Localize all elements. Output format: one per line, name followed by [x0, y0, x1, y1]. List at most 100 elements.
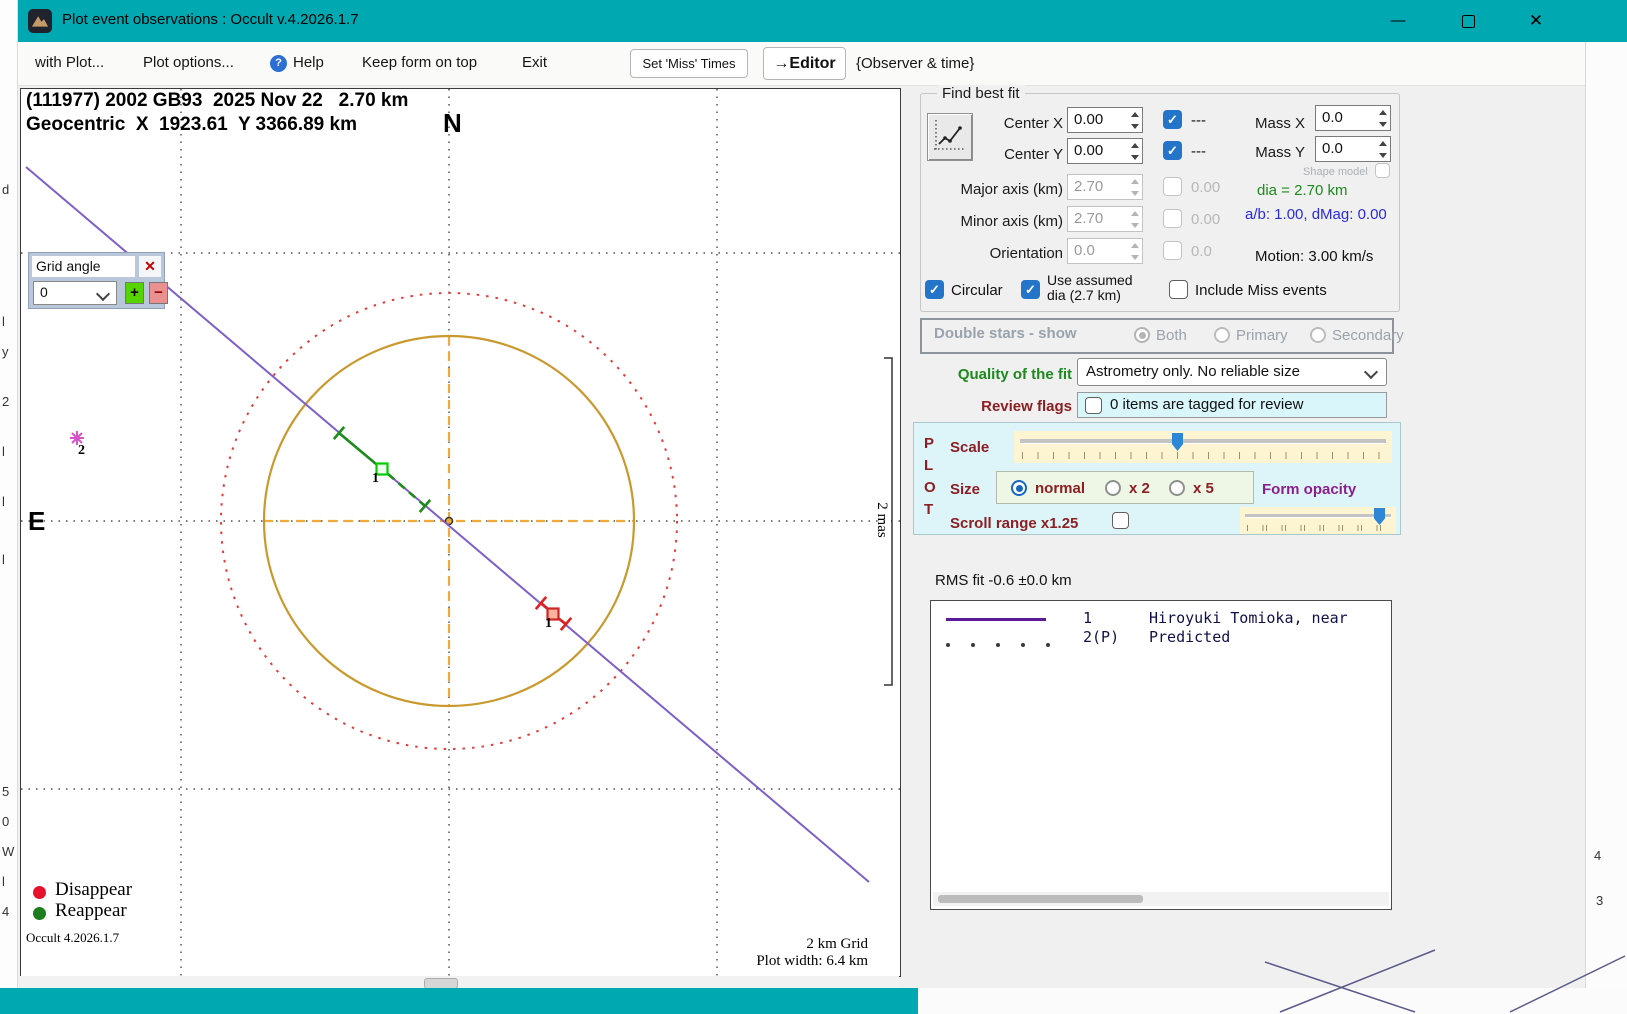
- screen: d l y 2 l l l 5 0 W l 4 Plot event obser…: [0, 0, 1627, 1014]
- size-x5-radio[interactable]: [1169, 480, 1185, 496]
- opacity-slider-track[interactable]: [1245, 514, 1391, 518]
- titlebar[interactable]: Plot event observations : Occult v.4.202…: [18, 0, 1627, 42]
- background-titlebar-strip: [0, 988, 918, 1014]
- orientation-spinner[interactable]: 0.0: [1067, 238, 1143, 264]
- center-y-value: 0.00: [1074, 142, 1104, 159]
- minimize-button[interactable]: —: [1378, 8, 1418, 34]
- review-flags-text: 0 items are tagged for review: [1110, 396, 1304, 413]
- size-normal-radio[interactable]: [1011, 480, 1027, 496]
- include-miss-checkbox[interactable]: [1169, 280, 1188, 299]
- mass-y-spin-buttons[interactable]: [1375, 137, 1390, 161]
- center-x-checkbox[interactable]: ✓: [1163, 110, 1182, 129]
- mass-x-spin-buttons[interactable]: [1375, 106, 1390, 130]
- size-x5-label: x 5: [1193, 480, 1214, 497]
- disappear-dot-icon: [33, 886, 46, 899]
- circular-checkbox[interactable]: ✓: [925, 280, 944, 299]
- center-x-label: Center X: [1003, 115, 1063, 132]
- opacity-slider[interactable]: [1240, 507, 1396, 534]
- orientation-aux: 0.0: [1191, 243, 1212, 260]
- menu-plot-options[interactable]: Plot options...: [143, 54, 234, 71]
- scale-slider-thumb[interactable]: [1172, 433, 1183, 451]
- center-y-checkbox[interactable]: ✓: [1163, 141, 1182, 160]
- use-assumed-checkbox[interactable]: ✓: [1021, 280, 1040, 299]
- scroll-range-checkbox[interactable]: [1112, 512, 1129, 529]
- predicted-label: 2: [78, 443, 85, 458]
- double-stars-primary-radio[interactable]: [1214, 327, 1230, 343]
- orientation-spin-buttons[interactable]: [1127, 239, 1142, 263]
- orientation-value: 0.0: [1074, 242, 1095, 259]
- minor-axis-label: Minor axis (km): [960, 213, 1063, 230]
- list-hscrollbar[interactable]: [933, 892, 1389, 906]
- mass-x-value: 0.0: [1322, 109, 1343, 126]
- minor-axis-spin-buttons[interactable]: [1127, 207, 1142, 231]
- grid-angle-plus-button[interactable]: +: [125, 282, 144, 304]
- center-x-spinner[interactable]: 0.00: [1067, 107, 1143, 133]
- major-axis-spinner[interactable]: 2.70: [1067, 174, 1143, 200]
- bg-fragment: 4: [1594, 848, 1602, 863]
- close-button[interactable]: ✕: [1516, 8, 1556, 34]
- size-x2-radio[interactable]: [1105, 480, 1121, 496]
- orientation-label: Orientation: [989, 245, 1063, 262]
- chord1-red-label: 1: [545, 616, 552, 631]
- shape-model-checkbox[interactable]: [1375, 163, 1390, 178]
- review-flags-checkbox[interactable]: [1085, 397, 1102, 414]
- double-stars-secondary-radio[interactable]: [1310, 327, 1326, 343]
- background-window-right: 4 3: [1585, 42, 1627, 1014]
- ab-dmag-note: a/b: 1.00, dMag: 0.00: [1245, 206, 1387, 223]
- size-radio-group: normal x 2 x 5: [996, 471, 1254, 504]
- center-x-value: 0.00: [1074, 111, 1104, 128]
- quality-dropdown[interactable]: Astrometry only. No reliable size: [1077, 358, 1387, 386]
- grid-angle-minus-button[interactable]: −: [149, 282, 168, 304]
- background-chart-lines: [1264, 949, 1626, 1013]
- east-label: E: [28, 506, 46, 536]
- opacity-slider-thumb[interactable]: [1374, 508, 1385, 525]
- orientation-checkbox[interactable]: [1163, 241, 1182, 260]
- center-x-spin-buttons[interactable]: [1127, 108, 1142, 132]
- center-y-spin-buttons[interactable]: [1127, 139, 1142, 163]
- plot-width-label: Plot width: 6.4 km: [756, 953, 868, 969]
- plot-area[interactable]: [20, 88, 901, 977]
- control-panel: Find best fit Center X 0.00 ✓ --- Mass X…: [905, 85, 1405, 975]
- shape-model-label: Shape model: [1303, 166, 1368, 178]
- menu-exit[interactable]: Exit: [522, 54, 547, 71]
- set-miss-times-button[interactable]: Set 'Miss' Times: [630, 49, 748, 78]
- major-axis-checkbox[interactable]: [1163, 177, 1182, 196]
- scale-slider[interactable]: [1014, 431, 1392, 463]
- size-normal-label: normal: [1035, 480, 1086, 497]
- mass-y-label: Mass Y: [1255, 144, 1305, 161]
- minor-axis-value: 2.70: [1074, 210, 1104, 227]
- use-assumed-line1: Use assumed: [1047, 272, 1133, 288]
- maximize-button[interactable]: [1448, 8, 1488, 34]
- scale-slider-track[interactable]: [1020, 439, 1386, 444]
- grid-angle-close-button[interactable]: ✕: [139, 256, 161, 277]
- bg-fragment: 4: [2, 904, 10, 919]
- observation-row-id: 2(P): [1083, 628, 1120, 646]
- center-y-spinner[interactable]: 0.00: [1067, 138, 1143, 164]
- mas-scale-label: 2 mas: [874, 502, 890, 538]
- observation-row-name: Hiroyuki Tomioka, near: [1149, 609, 1348, 627]
- grid-angle-select[interactable]: 0: [33, 281, 117, 305]
- observations-list[interactable]: 1 Hiroyuki Tomioka, near 2(P) Predicted: [930, 600, 1392, 910]
- bg-fragment: 0: [2, 814, 10, 829]
- menu-keep-on-top[interactable]: Keep form on top: [362, 54, 477, 71]
- major-axis-spin-buttons[interactable]: [1127, 175, 1142, 199]
- mass-x-spinner[interactable]: 0.0: [1315, 105, 1391, 131]
- mass-y-spinner[interactable]: 0.0: [1315, 136, 1391, 162]
- minor-axis-spinner[interactable]: 2.70: [1067, 206, 1143, 232]
- minor-axis-aux: 0.00: [1191, 211, 1221, 228]
- grid-size-label: 2 km Grid: [806, 936, 868, 952]
- chevron-down-icon: [95, 286, 111, 302]
- major-axis-value: 2.70: [1074, 178, 1104, 195]
- bg-fragment: l: [2, 494, 5, 509]
- double-stars-both-radio[interactable]: [1134, 327, 1150, 343]
- editor-button[interactable]: →Editor: [763, 47, 846, 80]
- bg-fragment: 5: [2, 784, 10, 799]
- minor-axis-checkbox[interactable]: [1163, 209, 1182, 228]
- menu-with-plot[interactable]: with Plot...: [35, 54, 104, 71]
- review-flags-label: Review flags: [981, 398, 1072, 415]
- plot-letter-p: P: [924, 435, 935, 452]
- version-label: Occult 4.2026.1.7: [26, 930, 120, 945]
- list-hscroll-thumb[interactable]: [938, 895, 1143, 903]
- plot-letter-o: O: [924, 479, 936, 496]
- menu-help[interactable]: Help: [293, 54, 324, 71]
